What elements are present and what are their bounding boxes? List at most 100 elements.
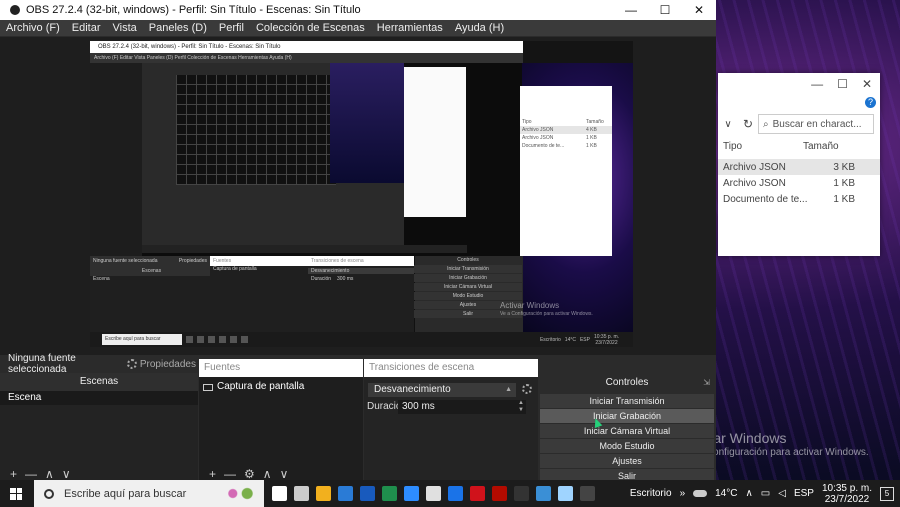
controls-dock: Controles ⇲ Iniciar Transmisión Iniciar …: [538, 373, 716, 483]
studio-mode-button[interactable]: Modo Estudio: [540, 439, 714, 453]
notification-icon[interactable]: 5: [880, 486, 894, 501]
help-icon[interactable]: ?: [865, 97, 876, 108]
source-properties-icon[interactable]: ⚙: [244, 468, 255, 480]
double-chevron-icon[interactable]: »: [680, 488, 686, 499]
list-item: Documento de te... 1 KB: [520, 142, 612, 150]
weather-temperature[interactable]: 14°C: [715, 488, 737, 499]
preview-controls-title: Controles: [457, 257, 479, 263]
no-source-selected-text: Ninguna fuente seleccionada: [8, 353, 76, 375]
taskbar-app-icon[interactable]: [492, 486, 507, 501]
list-item[interactable]: Documento de te... 1 KB: [718, 191, 880, 207]
close-icon[interactable]: ✕: [862, 77, 872, 91]
close-icon[interactable]: ✕: [682, 3, 716, 17]
clock[interactable]: 10:35 p. m. 23/7/2022: [822, 483, 872, 505]
taskbar-search-input[interactable]: Escribe aquí para buscar: [34, 480, 264, 507]
column-type[interactable]: Tipo: [718, 141, 803, 152]
menu-tools[interactable]: Herramientas: [377, 22, 443, 34]
add-source-icon[interactable]: +: [209, 468, 216, 480]
menu-file[interactable]: Archivo (F): [6, 22, 60, 34]
maximize-icon[interactable]: ☐: [837, 77, 848, 91]
add-scene-icon[interactable]: +: [10, 468, 17, 480]
taskbar-app-icon[interactable]: [382, 486, 397, 501]
monitor-icon: [203, 383, 213, 391]
spinner-icon[interactable]: ▲ ▼: [518, 400, 524, 414]
taskbar-app-icon[interactable]: [294, 486, 309, 501]
menu-help[interactable]: Ayuda (H): [455, 22, 504, 34]
menu-docks[interactable]: Paneles (D): [149, 22, 207, 34]
source-info-bar: Ninguna fuente seleccionada Propiedades: [0, 353, 200, 375]
scene-item[interactable]: Escena: [0, 391, 198, 405]
taskbar-search-placeholder: Escribe aquí para buscar: [64, 487, 187, 500]
preview-activate-title: Activar Windows: [500, 301, 560, 310]
preview-button: Iniciar Transmisión: [414, 265, 522, 273]
list-item[interactable]: Archivo JSON 3 KB: [718, 159, 880, 175]
preview-left-panel: [90, 63, 142, 263]
language-indicator[interactable]: ESP: [794, 488, 814, 499]
chevron-down-icon[interactable]: ∨: [718, 119, 738, 130]
transition-select[interactable]: Desvanecimiento ▲▼: [368, 383, 516, 407]
move-down-icon[interactable]: ∨: [280, 468, 289, 480]
obs-titlebar: OBS 27.2.4 (32-bit, windows) - Perfil: S…: [0, 0, 716, 20]
properties-label: Propiedades: [139, 358, 196, 370]
undock-icon[interactable]: ⇲: [703, 373, 710, 393]
explorer-address-bar: ∨ ↻ ⌕ Buscar en charact...: [718, 113, 880, 135]
search-highlight-icon: [222, 484, 258, 503]
list-item: Archivo JSON 4 KB: [520, 126, 612, 134]
maximize-icon[interactable]: ☐: [648, 3, 682, 17]
controls-title-text: Controles: [605, 377, 649, 388]
clock-time: 10:35 p. m.: [821, 482, 872, 494]
start-streaming-button[interactable]: Iniciar Transmisión: [540, 394, 714, 408]
taskbar-app-icon[interactable]: [272, 486, 287, 501]
preview-canvas[interactable]: OBS 27.2.4 (32-bit, windows) - Perfil: S…: [90, 41, 633, 347]
properties-button[interactable]: Propiedades: [126, 358, 196, 370]
remove-scene-icon[interactable]: —: [25, 468, 37, 480]
duration-input[interactable]: 300 ms ▲ ▼: [398, 400, 526, 414]
taskbar-app-icon[interactable]: [426, 486, 441, 501]
taskbar-app-icon[interactable]: [316, 486, 331, 501]
windows-start-icon[interactable]: [10, 487, 22, 500]
menu-scene-collection[interactable]: Colección de Escenas: [256, 22, 365, 34]
menu-profile[interactable]: Perfil: [219, 22, 244, 34]
remove-source-icon[interactable]: —: [224, 468, 236, 480]
gear-icon[interactable]: [522, 384, 532, 394]
move-down-icon[interactable]: ∨: [62, 468, 71, 480]
taskbar-app-icon[interactable]: [558, 486, 573, 501]
preview-source-info: Ninguna fuente seleccionada: [93, 258, 158, 264]
chevron-up-icon[interactable]: ∧: [745, 488, 752, 499]
taskbar-app-icon[interactable]: [448, 486, 463, 501]
move-up-icon[interactable]: ∧: [263, 468, 272, 480]
taskbar-app-icon[interactable]: [514, 486, 529, 501]
taskbar-app-icon[interactable]: [536, 486, 551, 501]
explorer-search-input[interactable]: ⌕ Buscar en charact...: [758, 114, 874, 134]
menu-edit[interactable]: Editar: [72, 22, 101, 34]
search-placeholder: Buscar en charact...: [772, 118, 862, 130]
taskbar-app-icon[interactable]: [360, 486, 375, 501]
network-icon[interactable]: ▭: [761, 488, 770, 499]
list-item: Archivo JSON 1 KB: [520, 134, 612, 142]
file-type: Archivo JSON: [522, 127, 554, 133]
taskbar-app-icon[interactable]: [580, 486, 595, 501]
taskbar-app-icon[interactable]: [338, 486, 353, 501]
column-size[interactable]: Tamaño: [803, 141, 839, 152]
list-item[interactable]: Archivo JSON 1 KB: [718, 175, 880, 191]
preview-app-icon: [219, 336, 226, 343]
refresh-icon[interactable]: ↻: [738, 117, 758, 131]
minimize-icon[interactable]: —: [614, 3, 648, 17]
col-type: Tipo: [522, 119, 532, 125]
taskbar-app-icon[interactable]: [470, 486, 485, 501]
preview-nested-screen: [142, 63, 522, 263]
file-explorer-window[interactable]: — ☐ ✕ ? ∨ ↻ ⌕ Buscar en charact... Tipo …: [718, 73, 880, 256]
volume-icon[interactable]: ◁: [778, 488, 786, 499]
desktop-toolbar-label[interactable]: Escritorio: [630, 488, 672, 499]
move-up-icon[interactable]: ∧: [45, 468, 54, 480]
taskbar-app-icon[interactable]: [404, 486, 419, 501]
preview-app-icon: [186, 336, 193, 343]
menu-view[interactable]: Vista: [113, 22, 137, 34]
preview-inner-menu: Archivo (F) Editar Vista Paneles (D) Per…: [90, 53, 523, 63]
settings-button[interactable]: Ajustes: [540, 454, 714, 468]
source-item[interactable]: Captura de pantalla: [199, 380, 363, 394]
start-recording-button[interactable]: Iniciar Grabación: [540, 409, 714, 423]
preview-activate-sub: Ve a Configuración para activar Windows.: [500, 311, 593, 317]
minimize-icon[interactable]: —: [811, 77, 823, 91]
start-virtual-camera-button[interactable]: Iniciar Cámara Virtual: [540, 424, 714, 438]
